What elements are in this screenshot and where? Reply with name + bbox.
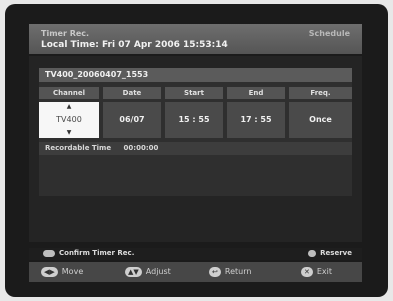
exit-label: Exit xyxy=(316,267,333,276)
navigation-bar: ◀▶ Move ▲▼ Adjust ↩ Return ✕ Exit xyxy=(29,262,362,282)
channel-value: TV400 xyxy=(56,115,82,124)
left-right-keys-icon: ◀▶ xyxy=(41,266,58,277)
local-time: Local Time: Fri 07 Apr 2006 15:53:14 xyxy=(41,40,228,50)
content-area: TV400_20060407_1553 Channel Date Start E… xyxy=(29,56,362,242)
timer-panel: TV400_20060407_1553 Channel Date Start E… xyxy=(39,68,352,196)
channel-field[interactable]: ▲ TV400 ▼ xyxy=(39,102,99,138)
reserve-label: Reserve xyxy=(320,249,352,257)
start-field[interactable]: 15 : 55 xyxy=(165,102,223,138)
recordable-time-label: Recordable Time xyxy=(45,144,112,152)
exit-key-icon: ✕ xyxy=(301,266,313,277)
exit-hint: ✕ Exit xyxy=(301,266,332,278)
adjust-label: Adjust xyxy=(145,267,171,276)
adjust-hint: ▲▼ Adjust xyxy=(125,266,171,278)
confirm-timer-button[interactable]: Confirm Timer Rec. xyxy=(43,249,134,257)
return-hint: ↩ Return xyxy=(209,266,251,278)
header-channel: Channel xyxy=(39,87,99,99)
recordable-time-value: 00:00:00 xyxy=(123,144,159,152)
confirm-label: Confirm Timer Rec. xyxy=(59,249,135,257)
up-down-keys-icon: ▲▼ xyxy=(125,266,142,277)
title-bar: Timer Rec. Schedule Local Time: Fri 07 A… xyxy=(29,24,362,54)
arrow-up-icon[interactable]: ▲ xyxy=(39,104,99,110)
move-label: Move xyxy=(61,267,84,276)
tv-screen: Timer Rec. Schedule Local Time: Fri 07 A… xyxy=(5,4,388,297)
recordable-time-row: Recordable Time 00:00:00 xyxy=(39,142,352,155)
header-start: Start xyxy=(165,87,223,99)
reserve-key-icon xyxy=(308,249,317,257)
header-date: Date xyxy=(103,87,161,99)
freq-field[interactable]: Once xyxy=(289,102,352,138)
program-name: TV400_20060407_1553 xyxy=(39,68,352,82)
end-field[interactable]: 17 : 55 xyxy=(227,102,285,138)
ok-key-icon xyxy=(43,249,55,257)
return-key-icon: ↩ xyxy=(209,266,221,277)
header-freq: Freq. xyxy=(289,87,352,99)
header-end: End xyxy=(227,87,285,99)
date-field[interactable]: 06/07 xyxy=(103,102,161,138)
confirm-row: Confirm Timer Rec. Reserve xyxy=(29,248,362,260)
mode-label: Schedule xyxy=(308,29,350,38)
arrow-down-icon[interactable]: ▼ xyxy=(39,130,99,136)
screen-title: Timer Rec. xyxy=(41,29,90,38)
move-hint: ◀▶ Move xyxy=(41,266,83,278)
return-label: Return xyxy=(224,267,252,276)
reserve-button[interactable]: Reserve xyxy=(308,249,352,257)
